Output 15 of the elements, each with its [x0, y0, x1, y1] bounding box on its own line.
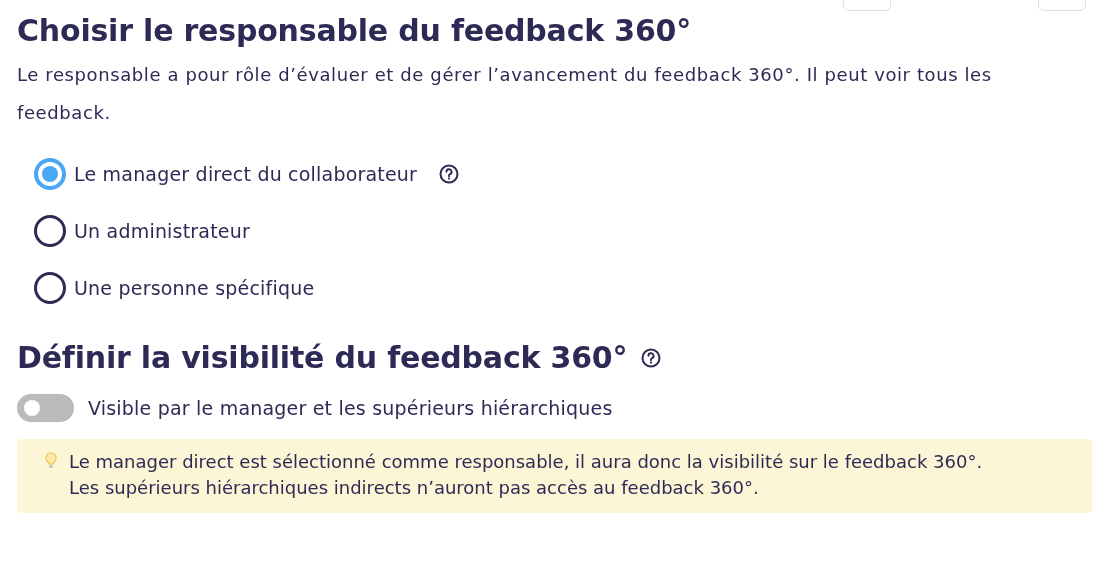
radio-button[interactable] [34, 158, 66, 190]
radio-button[interactable] [34, 272, 66, 304]
info-text: Les supérieurs hiérarchiques indirects n’auront pas accès au feedback 360°. [69, 476, 760, 500]
section-title: Définir la visibilité du feedback 360° [17, 339, 628, 377]
section-title: Choisir le responsable du feedback 360° [17, 12, 692, 50]
help-icon[interactable] [439, 164, 460, 184]
option-label: Une personne spécifique [74, 277, 315, 299]
info-text: Le manager direct est sélectionné comme responsable, il aura donc la visibilité sur le feedback 360°. [69, 450, 983, 474]
help-icon[interactable] [641, 348, 662, 368]
toggle-label: Visible par le manager et les supérieurs hiérarchiques [88, 397, 613, 419]
radio-button[interactable] [34, 215, 66, 247]
option-label: Un administrateur [74, 220, 250, 242]
toggle-switch[interactable] [17, 394, 74, 422]
section-description: Le responsable a pour rôle d’évaluer et de gérer l’avancement du feedback 360°. Il peut voir tous les feedback. [17, 63, 993, 125]
option-label: Le manager direct du collaborateur [74, 163, 418, 185]
